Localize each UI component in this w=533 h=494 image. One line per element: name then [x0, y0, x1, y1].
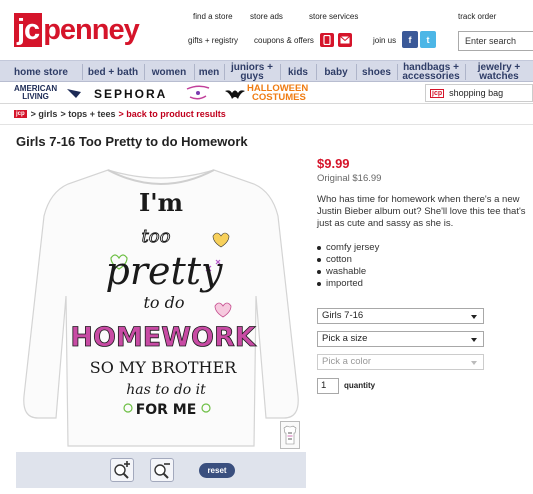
back-to-results-link[interactable]: > back to product results	[118, 109, 225, 119]
feature-item: cotton	[317, 254, 527, 266]
nav-kids[interactable]: kids	[280, 61, 316, 83]
track-order-link[interactable]: track order	[458, 12, 496, 21]
original-price: Original $16.99	[317, 173, 382, 184]
sephora-logo[interactable]: SEPHORA	[94, 87, 167, 101]
product-thumbnail[interactable]	[280, 421, 300, 449]
size-value: Pick a size	[322, 333, 368, 344]
product-description: Who has time for homework when there's a…	[317, 194, 526, 229]
facebook-icon[interactable]: f	[402, 31, 418, 48]
size-select[interactable]: Pick a size	[317, 331, 484, 347]
flag-icon	[67, 89, 81, 98]
tshirt-thumb-icon	[283, 425, 297, 445]
shopping-bag-label: shopping bag	[449, 88, 504, 98]
quantity-input[interactable]: 1	[317, 378, 339, 394]
sale-price: $9.99	[317, 156, 350, 171]
bat-icon	[225, 90, 245, 99]
shirt-text-brother: SO MY BROTHER	[90, 358, 237, 377]
feature-item: imported	[317, 278, 527, 290]
jcp-bag-icon: jcp	[430, 88, 445, 98]
nav-jewelry-watches[interactable]: jewelry + watches	[465, 61, 533, 83]
shirt-text-pretty: pretty	[106, 249, 224, 293]
shirt-text-to-do: to do	[143, 293, 184, 312]
store-ads-link[interactable]: store ads	[250, 12, 283, 21]
page-title: Girls 7-16 Too Pretty to do Homework	[16, 134, 248, 149]
feature-item: washable	[317, 266, 527, 278]
size-range-select[interactable]: Girls 7-16	[317, 308, 484, 324]
halloween-costumes-link[interactable]: HALLOWEEN COSTUMES	[247, 84, 308, 103]
brands-strip: AMERICAN LIVING SEPHORA HALLOWEEN COSTUM…	[0, 82, 533, 104]
nav-men[interactable]: men	[194, 61, 224, 83]
color-value: Pick a color	[322, 356, 372, 367]
nav-handbags-accessories[interactable]: handbags + accessories	[397, 61, 465, 83]
email-icon[interactable]	[338, 33, 352, 47]
american-living-line-2: LIVING	[22, 92, 49, 101]
shirt-text-im: I'm	[139, 188, 183, 217]
chevron-down-icon	[471, 315, 477, 319]
jcp-home-icon[interactable]: jcp	[14, 110, 27, 118]
size-range-value: Girls 7-16	[322, 310, 364, 321]
reset-button[interactable]: reset	[199, 463, 235, 478]
zoom-out-button[interactable]	[150, 458, 174, 482]
search-input[interactable]: Enter search	[458, 31, 533, 51]
divider	[0, 124, 533, 125]
shirt-text-too: too	[142, 226, 171, 247]
zoom-toolbar: reset	[16, 452, 306, 488]
nav-women[interactable]: women	[144, 61, 194, 83]
breadcrumb: jcp > girls > tops + tees > back to prod…	[14, 109, 226, 119]
product-image[interactable]: I'm too pretty to do HOMEWORK SO MY BROT…	[16, 156, 306, 452]
chevron-down-icon	[471, 338, 477, 342]
category-nav: home store bed + bath women men juniors …	[0, 60, 533, 82]
zoom-in-button[interactable]	[110, 458, 134, 482]
nav-baby[interactable]: baby	[316, 61, 356, 83]
nav-bed-bath[interactable]: bed + bath	[82, 61, 144, 83]
chevron-down-icon	[471, 361, 477, 365]
color-select[interactable]: Pick a color	[317, 354, 484, 370]
find-a-store-link[interactable]: find a store	[193, 12, 233, 21]
teen-girl-logo-icon[interactable]	[185, 84, 211, 102]
product-details: $9.99 Original $16.99 Who has time for h…	[317, 156, 527, 290]
breadcrumb-girls[interactable]: > girls	[31, 109, 58, 119]
coupons-offers-link[interactable]: coupons & offers	[254, 36, 314, 45]
feature-list: comfy jersey cotton washable imported	[317, 242, 527, 290]
nav-home-store[interactable]: home store	[0, 61, 82, 83]
shirt-text-for-me: FOR ME	[136, 402, 197, 418]
join-us-label: join us	[373, 36, 397, 45]
shirt-text-has-to: has to do it	[126, 382, 206, 398]
halloween-line-2: COSTUMES	[252, 92, 306, 103]
shirt-text-homework: HOMEWORK	[70, 322, 256, 353]
mobile-icon[interactable]	[320, 33, 334, 47]
twitter-icon[interactable]: t	[420, 31, 436, 48]
nav-shoes[interactable]: shoes	[356, 61, 397, 83]
zoom-out-icon	[154, 463, 170, 479]
gifts-registry-link[interactable]: gifts + registry	[188, 36, 238, 45]
american-living-logo[interactable]: AMERICAN LIVING	[14, 85, 57, 101]
logo-wordmark: penney	[43, 14, 140, 46]
logo-mark: jc	[14, 13, 43, 47]
zoom-in-icon	[114, 461, 130, 479]
quantity-label: quantity	[344, 381, 376, 390]
jcpenney-logo[interactable]: jc penney	[14, 12, 140, 48]
tshirt-image: I'm too pretty to do HOMEWORK SO MY BROT…	[23, 169, 299, 447]
store-services-link[interactable]: store services	[309, 12, 358, 21]
breadcrumb-tops-tees[interactable]: > tops + tees	[60, 109, 115, 119]
shopping-bag-button[interactable]: jcp shopping bag	[425, 84, 533, 102]
site-header: jc penney find a store store ads store s…	[0, 0, 533, 60]
feature-item: comfy jersey	[317, 242, 527, 254]
nav-juniors-guys[interactable]: juniors + guys	[224, 61, 280, 83]
